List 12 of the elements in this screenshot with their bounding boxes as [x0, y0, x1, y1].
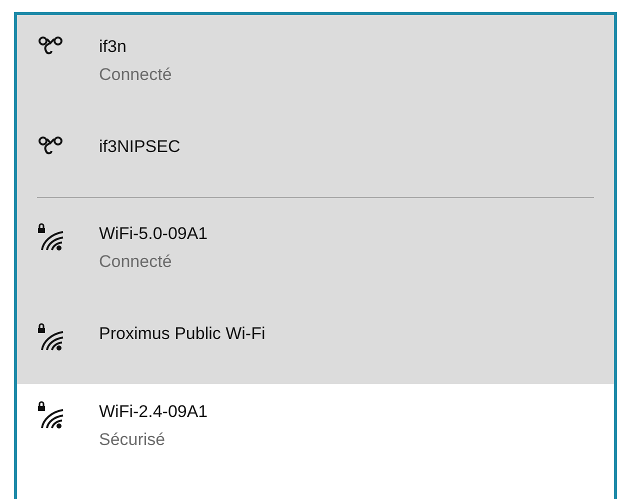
network-status: Connecté [99, 64, 172, 86]
vpn-icon [38, 35, 64, 57]
vpn-icon [38, 135, 64, 157]
network-name: if3NIPSEC [99, 136, 180, 158]
network-item[interactable]: Proximus Public Wi-Fi [17, 296, 614, 384]
network-item[interactable]: WiFi-5.0-09A1 Connecté [17, 206, 614, 296]
network-name: WiFi-2.4-09A1 [99, 401, 208, 423]
network-name: if3n [99, 36, 128, 58]
network-name: Proximus Public Wi-Fi [99, 323, 266, 345]
network-status: Connecté [99, 251, 173, 273]
network-status: Sécurisé [99, 429, 166, 451]
network-name: WiFi-5.0-09A1 [99, 223, 208, 245]
